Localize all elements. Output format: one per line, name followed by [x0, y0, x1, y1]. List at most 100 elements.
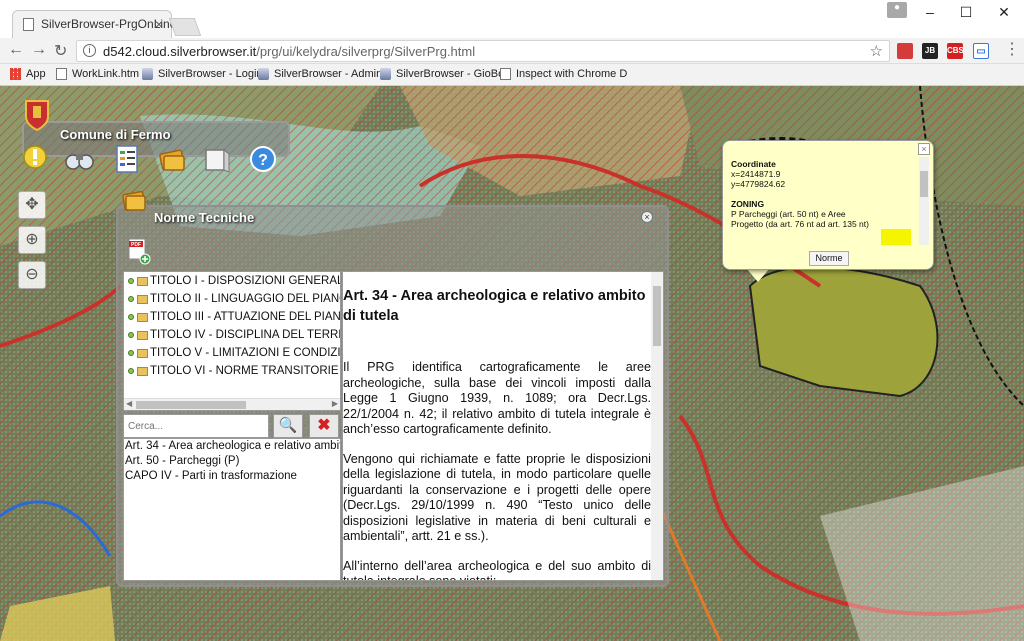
folder-icon — [137, 331, 148, 340]
comune-title: Comune di Fermo — [60, 127, 171, 142]
user-profile-icon[interactable]: ● — [887, 2, 907, 18]
expand-icon[interactable] — [128, 314, 134, 320]
vertical-scrollbar[interactable] — [651, 272, 663, 580]
menu-icon[interactable]: ⋮ — [1004, 39, 1020, 59]
bookmarks-bar: App WorkLink.htm SilverBrowser - Login S… — [0, 64, 1024, 86]
document-viewer: Art. 34 - Area archeologica e relativo a… — [342, 271, 664, 581]
browser-tab[interactable]: SilverBrowser-PrgOnLine × — [12, 10, 176, 38]
crest-icon — [25, 100, 49, 131]
article-heading: Art. 34 - Area archeologica e relativo a… — [343, 288, 646, 324]
back-icon[interactable]: ← — [8, 41, 24, 59]
result-item[interactable]: Art. 34 - Area archeologica e relativo a… — [124, 439, 340, 454]
coordinate-y: y=4779824.62 — [731, 179, 786, 189]
folder-icon — [137, 277, 148, 286]
bookmark-star-icon[interactable]: ☆ — [870, 42, 883, 60]
scroll-thumb[interactable] — [920, 171, 928, 197]
scroll-right-icon[interactable]: ▶ — [332, 399, 338, 408]
zoning-title: ZONING — [731, 199, 765, 209]
forward-icon[interactable]: → — [31, 41, 47, 59]
expand-icon[interactable] — [128, 332, 134, 338]
apps-grid-icon — [10, 68, 21, 80]
pan-icon[interactable]: ✥ — [18, 191, 46, 219]
coordinate-x: x=2414871.9 — [731, 169, 781, 179]
popup-content: Coordinate x=2414871.9 y=4779824.62 ZONI… — [731, 159, 915, 245]
document-body: Art. 34 - Area archeologica e relativo a… — [343, 286, 651, 581]
tree-item-label: TITOLO VI - NORME TRANSITORIE E — [150, 365, 341, 377]
article-paragraph: All’interno dell’area archeologica e del… — [343, 558, 651, 581]
cast-icon[interactable]: ▭ — [973, 43, 989, 59]
new-tab-button[interactable] — [168, 18, 202, 36]
scroll-left-icon[interactable]: ◀ — [126, 399, 132, 408]
svg-text:?: ? — [258, 152, 268, 169]
bookmark-item[interactable]: WorkLink.htm — [56, 68, 139, 80]
site-info-icon[interactable]: i — [83, 44, 96, 57]
tree-item[interactable]: TITOLO II - LINGUAGGIO DEL PIANO — [124, 290, 340, 308]
article-paragraph: Il PRG identifica cartograficamente le a… — [343, 360, 651, 436]
bookmark-item[interactable]: Inspect with Chrome D — [500, 68, 627, 80]
tree-item[interactable]: TITOLO IV - DISCIPLINA DEL TERRITO — [124, 326, 340, 344]
zoom-in-icon[interactable]: ⊕ — [18, 226, 46, 254]
page-icon — [56, 68, 67, 80]
article-paragraph: Vengono qui richiamate e fatte proprie l… — [343, 451, 651, 544]
print-icon[interactable] — [202, 144, 232, 174]
tree-item[interactable]: TITOLO I - DISPOSIZIONI GENERALI — [124, 272, 340, 290]
help-icon[interactable]: ? — [248, 144, 278, 174]
bookmark-label: SilverBrowser - GioBo — [396, 68, 505, 80]
browser-toolbar: ← → ↻ i d542.cloud.silverbrowser.it/prg/… — [0, 38, 1024, 64]
minimize-button[interactable]: – — [914, 2, 946, 22]
scroll-thumb[interactable] — [653, 286, 661, 346]
result-item[interactable]: Art. 50 - Parcheggi (P) — [124, 454, 340, 469]
clear-button[interactable]: ✖ — [309, 414, 339, 438]
close-window-button[interactable]: ✕ — [988, 2, 1020, 22]
close-tab-icon[interactable]: × — [155, 16, 163, 32]
bookmark-label: App — [26, 68, 46, 80]
close-window-icon[interactable]: × — [641, 211, 653, 223]
expand-icon[interactable] — [128, 296, 134, 302]
info-popup: × Coordinate x=2414871.9 y=4779824.62 ZO… — [722, 140, 934, 270]
info-bulb-button[interactable] — [20, 144, 50, 174]
expand-icon[interactable] — [128, 368, 134, 374]
window-title: Norme Tecniche — [154, 210, 255, 225]
pdf-export-icon[interactable]: PDF — [126, 237, 152, 265]
reload-icon[interactable]: ↻ — [54, 41, 67, 61]
folder-icon — [137, 295, 148, 304]
search-input[interactable] — [123, 414, 269, 438]
tree-item[interactable]: TITOLO V - LIMITAZIONI E CONDIZION — [124, 344, 340, 362]
extension-cbs-icon[interactable]: CBS — [947, 43, 964, 59]
folder-icon — [137, 313, 148, 322]
bookmark-label: SilverBrowser - Admin — [274, 68, 383, 80]
bookmark-item[interactable]: SilverBrowser - Admin — [258, 68, 382, 80]
result-item[interactable]: CAPO IV - Parti in trasformazione — [124, 469, 340, 484]
extension-icon[interactable] — [897, 43, 913, 59]
expand-icon[interactable] — [128, 278, 134, 284]
horizontal-scrollbar[interactable]: ◀ ▶ — [124, 398, 340, 410]
search-results: Art. 34 - Area archeologica e relativo a… — [123, 438, 341, 581]
bookmark-item[interactable]: SilverBrowser - Login — [142, 68, 263, 80]
books-icon[interactable] — [158, 144, 188, 174]
bookmark-item[interactable]: App — [10, 68, 46, 80]
norme-tree: TITOLO I - DISPOSIZIONI GENERALI TITOLO … — [123, 271, 341, 411]
popup-scrollbar[interactable] — [919, 157, 929, 245]
books-icon — [122, 190, 146, 212]
svg-text:PDF: PDF — [131, 242, 141, 248]
search-row: 🔍 ✖ — [123, 414, 341, 438]
tree-item[interactable]: TITOLO III - ATTUAZIONE DEL PIANO — [124, 308, 340, 326]
folder-icon — [137, 349, 148, 358]
norme-button[interactable]: Norme — [809, 251, 849, 266]
legend-list-icon[interactable] — [112, 144, 142, 174]
tree-item-label: TITOLO IV - DISCIPLINA DEL TERRITO — [150, 329, 341, 341]
zoom-out-icon[interactable]: ⊖ — [18, 261, 46, 289]
scroll-thumb[interactable] — [136, 401, 246, 409]
title-bar: SilverBrowser-PrgOnLine × ● – ☐ ✕ — [0, 0, 1024, 38]
tree-item[interactable]: TITOLO VI - NORME TRANSITORIE E — [124, 362, 340, 380]
expand-icon[interactable] — [128, 350, 134, 356]
popup-pointer — [746, 268, 770, 282]
maximize-button[interactable]: ☐ — [950, 2, 982, 22]
close-popup-icon[interactable]: × — [918, 143, 930, 155]
binoculars-icon[interactable] — [64, 144, 94, 174]
bookmark-item[interactable]: SilverBrowser - GioBo — [380, 68, 504, 80]
bookmark-label: SilverBrowser - Login — [158, 68, 263, 80]
extension-jb-icon[interactable]: JB — [922, 43, 938, 59]
address-bar[interactable]: i d542.cloud.silverbrowser.it/prg/ui/kel… — [76, 40, 890, 62]
search-button[interactable]: 🔍 — [273, 414, 303, 438]
